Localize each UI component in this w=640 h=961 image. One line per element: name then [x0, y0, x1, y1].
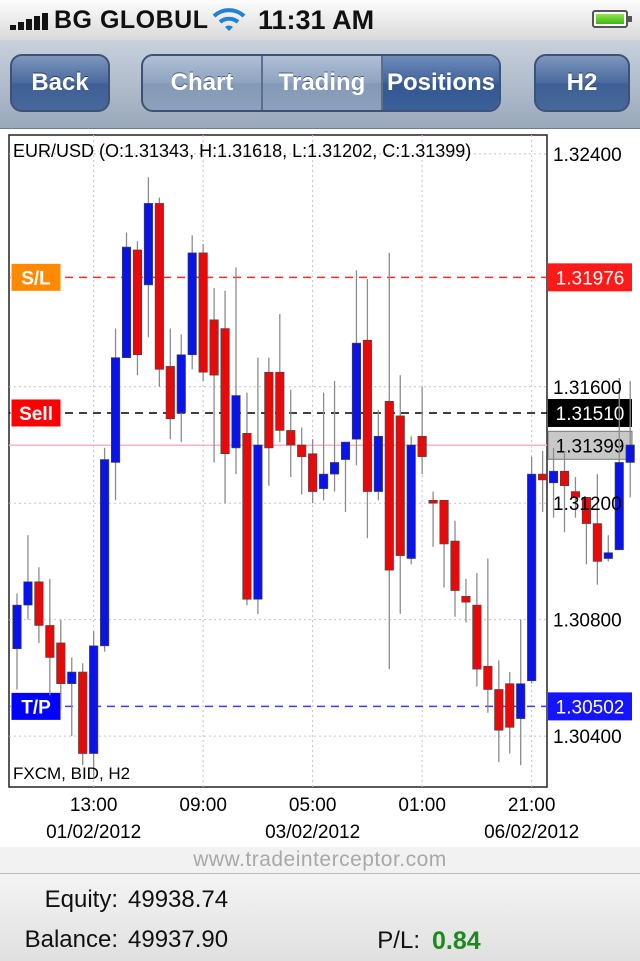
level-price-label: 1.31976: [556, 268, 625, 289]
candle-up: [340, 441, 351, 460]
candle-up: [319, 473, 329, 489]
timeframe-button[interactable]: H2: [534, 54, 630, 112]
candle-down: [384, 401, 394, 571]
y-tick-label: 1.32400: [553, 145, 622, 166]
candle-down: [395, 415, 405, 556]
candle-up: [603, 552, 613, 559]
candle-up: [67, 671, 77, 684]
candle-down: [428, 499, 438, 504]
x-tick-date: 03/02/2012: [265, 822, 360, 843]
status-time: 11:31 AM: [258, 5, 375, 35]
price-chart[interactable]: 1.31976 S/L 1.31510 Sell 1.31399 1.30502 T/P 1…: [0, 129, 640, 847]
candle-down: [505, 683, 515, 728]
balance-value: 49937.90: [128, 926, 229, 953]
level-tag-label: T/P: [21, 697, 51, 718]
candle-up: [143, 203, 153, 286]
candle-down: [362, 339, 372, 492]
candle-down: [132, 249, 142, 356]
y-tick-label: 1.31200: [553, 494, 622, 515]
level-price-label: 1.31510: [556, 404, 625, 425]
x-tick-date: 06/02/2012: [484, 822, 579, 843]
x-tick-date: 01/02/2012: [46, 822, 141, 843]
candle-up: [351, 342, 362, 440]
candle-down: [417, 435, 427, 457]
candle-down: [483, 665, 493, 690]
candle-down: [461, 596, 471, 603]
candle-up: [12, 604, 22, 650]
pl-value: 0.84: [432, 927, 481, 955]
candle-up: [329, 462, 340, 475]
candle-down: [165, 366, 175, 420]
battery-icon: [592, 10, 632, 28]
candle-up: [516, 683, 526, 719]
candle-down: [45, 625, 55, 658]
candle-up: [100, 459, 110, 647]
x-tick-time: 01:00: [398, 795, 446, 816]
candle-down: [592, 523, 602, 562]
level-tag-label: S/L: [21, 268, 51, 289]
candle-down: [275, 371, 285, 431]
candle-down: [198, 252, 208, 373]
candle-up: [527, 473, 537, 682]
carrier-name: BG GLOBUL: [54, 6, 209, 34]
candle-up: [548, 470, 559, 484]
tab-trading[interactable]: Trading: [261, 56, 381, 110]
candle-up: [176, 354, 186, 414]
candle-down: [472, 604, 482, 670]
candle-down: [242, 433, 252, 600]
candle-up: [625, 444, 635, 463]
candle-down: [286, 430, 296, 446]
level-price-label: 1.30502: [556, 697, 625, 718]
candle-down: [56, 642, 66, 684]
x-tick-time: 13:00: [70, 795, 118, 816]
nav-bar: Back Chart Trading Positions H2: [0, 40, 640, 129]
y-tick-label: 1.30800: [553, 611, 622, 632]
candle-down: [154, 203, 164, 370]
candle-down: [209, 319, 219, 376]
candle-up: [253, 444, 263, 600]
candle-up: [23, 581, 33, 606]
chart-source-label: FXCM, BID, H2: [13, 764, 130, 783]
tab-positions[interactable]: Positions: [381, 56, 499, 110]
balance-label: Balance:: [24, 926, 118, 953]
view-segmented-control: Chart Trading Positions: [141, 54, 501, 112]
candle-down: [220, 328, 230, 455]
candlestick-chart[interactable]: 1.31976 S/L 1.31510 Sell 1.31399 1.30502 T/P 1…: [0, 129, 640, 847]
account-summary: Equity: 49938.74 Balance: 49937.90 P/L: …: [0, 873, 640, 961]
wifi-icon: [212, 8, 246, 31]
x-tick-time: 05:00: [289, 795, 337, 816]
candle-up: [231, 395, 241, 449]
y-tick-label: 1.30400: [553, 727, 622, 748]
candle-up: [187, 252, 197, 356]
chart-title: EUR/USD (O:1.31343, H:1.31618, L:1.31202…: [13, 141, 471, 161]
candle-down: [450, 540, 460, 591]
candle-down: [439, 499, 449, 545]
candle-down: [494, 689, 504, 731]
candle-up: [373, 435, 383, 492]
candle-up: [121, 246, 132, 358]
watermark-url: www.tradeinterceptor.com: [0, 847, 640, 873]
candle-down: [308, 453, 318, 492]
candle-up: [89, 645, 99, 754]
equity-value: 49938.74: [128, 886, 229, 913]
level-price-label: 1.31399: [556, 436, 625, 457]
signal-icon: [10, 12, 50, 30]
y-tick-label: 1.31600: [553, 378, 622, 399]
candle-up: [406, 444, 416, 559]
candle-down: [297, 444, 307, 457]
candle-down: [538, 473, 548, 481]
x-tick-time: 09:00: [179, 795, 227, 816]
back-button[interactable]: Back: [10, 54, 110, 112]
equity-label: Equity:: [44, 886, 118, 913]
candle-up: [111, 357, 121, 463]
status-bar: BG GLOBUL 11:31 AM: [0, 0, 640, 41]
candle-down: [78, 671, 88, 754]
pl-label: P/L:: [377, 927, 420, 954]
candle-down: [559, 470, 570, 487]
x-tick-time: 21:00: [508, 795, 556, 816]
candle-down: [264, 371, 274, 449]
level-tag-label: Sell: [19, 404, 53, 425]
candle-down: [34, 581, 44, 626]
tab-chart[interactable]: Chart: [143, 56, 261, 110]
